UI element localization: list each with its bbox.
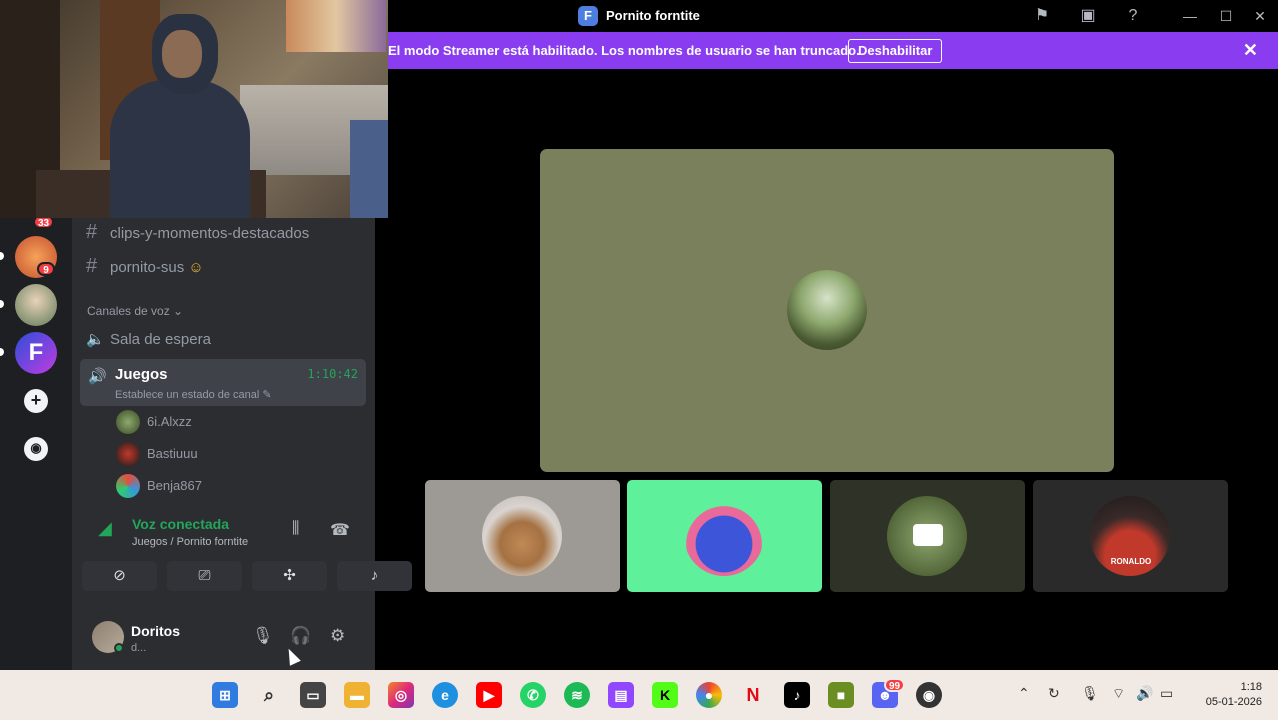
flag-icon[interactable]: ⚑ bbox=[1030, 4, 1054, 28]
minimize-button[interactable]: — bbox=[1176, 4, 1204, 28]
minecraft-icon[interactable]: ■ bbox=[828, 682, 854, 708]
speaker-icon: 🔊 bbox=[88, 368, 107, 385]
server-indicator bbox=[0, 252, 4, 260]
participant-tile[interactable]: RONALDO bbox=[1033, 480, 1228, 592]
fortnite-server-icon[interactable]: F bbox=[15, 332, 57, 374]
active-voice-channel[interactable]: 🔊 Juegos 1:10:42 Establece un estado de … bbox=[80, 359, 366, 406]
server-icon[interactable] bbox=[15, 284, 57, 326]
disable-streamer-button[interactable]: Deshabilitar bbox=[848, 39, 943, 63]
whatsapp-icon[interactable]: ✆ bbox=[520, 682, 546, 708]
voice-channel-name: Juegos bbox=[115, 366, 168, 383]
soundboard-button[interactable]: ♪ bbox=[337, 561, 412, 591]
youtube-icon[interactable]: ▶ bbox=[476, 682, 502, 708]
unread-badge: 9 bbox=[37, 262, 55, 276]
speaking-participant-tile[interactable] bbox=[627, 480, 822, 592]
banner-text: El modo Streamer está habilitado. Los no… bbox=[388, 43, 860, 58]
voice-category[interactable]: Canales de voz ⌄ bbox=[87, 304, 183, 318]
voice-connected-title: Voz conectada bbox=[132, 516, 229, 532]
twitch-icon[interactable]: ▤ bbox=[608, 682, 634, 708]
microphone-tray-icon[interactable]: 🎙 bbox=[1081, 685, 1099, 702]
camera-icon bbox=[913, 524, 943, 546]
obs-icon[interactable]: ◉ bbox=[916, 682, 942, 708]
server-indicator bbox=[0, 300, 4, 308]
close-icon[interactable]: ✕ bbox=[1243, 40, 1258, 61]
user-panel: Doritos d... 🎙 🎧 ⚙ bbox=[80, 613, 440, 668]
voice-channel-waiting[interactable]: 🔈 Sala de espera bbox=[86, 328, 211, 352]
tray-chevron-icon[interactable]: ⌃ bbox=[1018, 685, 1030, 702]
windows-start-icon[interactable]: ⊞ bbox=[212, 682, 238, 708]
voice-timer: 1:10:42 bbox=[307, 367, 358, 381]
webcam-overlay bbox=[0, 0, 388, 218]
headphones-icon[interactable]: 🎧 bbox=[290, 626, 311, 646]
avatar bbox=[482, 496, 562, 576]
add-server-icon[interactable]: + bbox=[24, 389, 48, 413]
close-window-button[interactable]: ✕ bbox=[1246, 4, 1274, 28]
avatar bbox=[684, 496, 764, 576]
participant-tile[interactable] bbox=[830, 480, 1025, 592]
noise-suppression-icon[interactable]: ⫼ bbox=[292, 520, 299, 538]
channel-list: # clips-y-momentos-destacados # pornito-su… bbox=[72, 218, 412, 670]
chrome-icon[interactable]: ● bbox=[696, 682, 722, 708]
user-status: d... bbox=[131, 642, 147, 654]
signal-icon[interactable]: ◢ bbox=[98, 518, 112, 539]
text-channel[interactable]: # clips-y-momentos-destacados bbox=[86, 220, 309, 244]
disconnect-icon[interactable]: ☎ bbox=[330, 520, 350, 540]
voice-connected-subtitle[interactable]: Juegos / Pornito forntite bbox=[132, 536, 248, 548]
microphone-icon[interactable]: 🎙 bbox=[252, 626, 274, 646]
screen-share-button[interactable]: ⎚ bbox=[167, 561, 242, 591]
task-view-icon[interactable]: ▭ bbox=[300, 682, 326, 708]
instagram-icon[interactable]: ◎ bbox=[388, 682, 414, 708]
wifi-icon[interactable]: ⌔ bbox=[1112, 685, 1125, 703]
edge-icon[interactable]: e bbox=[432, 682, 458, 708]
discord-badge: 99 bbox=[884, 678, 906, 692]
settings-gear-icon[interactable]: ⚙ bbox=[330, 626, 345, 646]
online-status-icon bbox=[114, 643, 124, 653]
channel-status[interactable]: Establece un estado de canal ✎ bbox=[115, 388, 272, 401]
shirt-text: RONALDO bbox=[1110, 557, 1152, 566]
user-name[interactable]: Doritos bbox=[131, 623, 180, 639]
streamer-mode-banner: El modo Streamer está habilitado. Los no… bbox=[388, 32, 1278, 69]
spotify-icon[interactable]: ≋ bbox=[564, 682, 590, 708]
tiktok-icon[interactable]: ♪ bbox=[784, 682, 810, 708]
screen: F Pornito forntite ⚑ ▣ ? — ☐ ✕ El modo S… bbox=[0, 0, 1278, 720]
server-indicator bbox=[0, 348, 4, 356]
app-logo-icon: F bbox=[578, 6, 598, 26]
taskbar: ⊞ ⌕ ▭ ▬ ◎ e ▶ ✆ ≋ ▤ K ● N ♪ ■ ☻ 99 ◉ ⌃ ↻… bbox=[0, 670, 1278, 720]
battery-icon[interactable]: ▭ bbox=[1160, 685, 1173, 702]
activities-button[interactable]: ✣ bbox=[252, 561, 327, 591]
netflix-icon[interactable]: N bbox=[740, 682, 766, 708]
voice-connected-panel: ◢ Voz conectada Juegos / Pornito forntit… bbox=[80, 508, 440, 603]
volume-icon[interactable]: 🔊 bbox=[1136, 685, 1153, 702]
window-title: Pornito forntite bbox=[606, 8, 700, 23]
screen-share-icon[interactable]: ▣ bbox=[1076, 4, 1100, 28]
camera-off-button[interactable]: ⊘ bbox=[82, 561, 157, 591]
text-channel[interactable]: # pornito-sus ☺ bbox=[86, 254, 204, 278]
file-explorer-icon[interactable]: ▬ bbox=[344, 682, 370, 708]
focused-video-tile[interactable] bbox=[540, 149, 1114, 472]
title-bar: F Pornito forntite ⚑ ▣ ? — ☐ ✕ bbox=[388, 0, 1278, 32]
sync-icon[interactable]: ↻ bbox=[1048, 685, 1060, 702]
maximize-button[interactable]: ☐ bbox=[1212, 4, 1240, 28]
participant-tile[interactable] bbox=[425, 480, 620, 592]
clock[interactable]: 1:18 05-01-2026 bbox=[1196, 680, 1262, 710]
search-icon[interactable]: ⌕ bbox=[256, 682, 282, 708]
server-rail: 33 9 F + ◉ bbox=[0, 215, 72, 670]
kick-icon[interactable]: K bbox=[652, 682, 678, 708]
help-icon[interactable]: ? bbox=[1121, 4, 1145, 28]
explore-icon[interactable]: ◉ bbox=[24, 437, 48, 461]
avatar bbox=[787, 270, 867, 350]
